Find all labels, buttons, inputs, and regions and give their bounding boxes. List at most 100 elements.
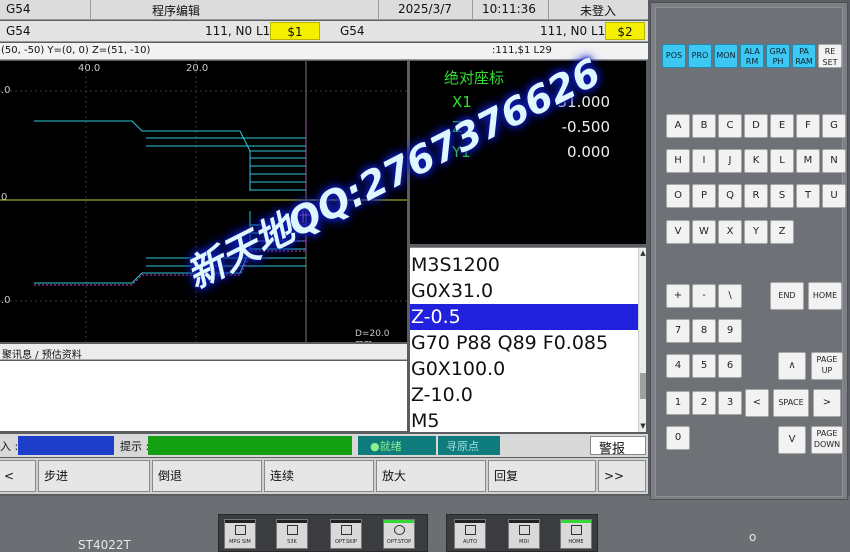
key-0[interactable]: 0 bbox=[666, 426, 690, 450]
key-g[interactable]: G bbox=[822, 114, 846, 138]
key-backslash[interactable]: \ bbox=[718, 284, 742, 308]
key-7[interactable]: 7 bbox=[666, 319, 690, 343]
key-u[interactable]: U bbox=[822, 184, 846, 208]
program-line-selected[interactable]: Z-0.5 bbox=[410, 304, 640, 330]
softkey-zoom[interactable]: 放大 bbox=[376, 460, 486, 492]
key-6[interactable]: 6 bbox=[718, 354, 742, 378]
key-i[interactable]: I bbox=[692, 149, 716, 173]
key-param[interactable]: PA RAM bbox=[792, 44, 816, 68]
key-graph[interactable]: GRA PH bbox=[766, 44, 790, 68]
softkey-prev[interactable]: < bbox=[0, 460, 36, 492]
key-b[interactable]: B bbox=[692, 114, 716, 138]
key-w[interactable]: W bbox=[692, 220, 716, 244]
key-end[interactable]: END bbox=[770, 282, 804, 310]
key-plus[interactable]: + bbox=[666, 284, 690, 308]
channel1-tag[interactable]: $1 bbox=[270, 22, 320, 40]
led-indicator bbox=[509, 520, 539, 523]
key-q[interactable]: Q bbox=[718, 184, 742, 208]
key-h[interactable]: H bbox=[666, 149, 690, 173]
program-line[interactable]: G0X31.0 bbox=[410, 278, 640, 304]
key-mon[interactable]: MON bbox=[714, 44, 738, 68]
key-z[interactable]: Z bbox=[770, 220, 794, 244]
led-indicator bbox=[277, 520, 307, 523]
input-field[interactable] bbox=[18, 436, 114, 455]
program-line[interactable]: M3S1200 bbox=[410, 252, 640, 278]
key-2[interactable]: 2 bbox=[692, 391, 716, 415]
key-9[interactable]: 9 bbox=[718, 319, 742, 343]
abs-coords-title: 绝对座标 bbox=[444, 69, 505, 87]
opt-skip-button[interactable]: OPT.SKIP bbox=[330, 519, 362, 549]
key-r[interactable]: R bbox=[744, 184, 768, 208]
button-label: HOME bbox=[568, 539, 584, 545]
s3k-button[interactable]: S3K bbox=[276, 519, 308, 549]
softkey-step[interactable]: 步进 bbox=[38, 460, 150, 492]
input-label: 入 : bbox=[0, 440, 19, 453]
key-x[interactable]: X bbox=[718, 220, 742, 244]
program-listing[interactable]: M3S1200 G0X31.0 Z-0.5 G70 P88 Q89 F0.085… bbox=[410, 247, 646, 432]
key-s[interactable]: S bbox=[770, 184, 794, 208]
button-label: MDI bbox=[519, 539, 529, 545]
key-f[interactable]: F bbox=[796, 114, 820, 138]
scrollbar-thumb[interactable] bbox=[640, 373, 646, 399]
key-1[interactable]: 1 bbox=[666, 391, 690, 415]
key-n[interactable]: N bbox=[822, 149, 846, 173]
auto-button[interactable]: AUTO bbox=[454, 519, 486, 549]
program-line[interactable]: G0X100.0 bbox=[410, 356, 640, 382]
opt-stop-button[interactable]: OPT.STOP bbox=[383, 519, 415, 549]
key-a[interactable]: A bbox=[666, 114, 690, 138]
scroll-down-icon[interactable]: ▼ bbox=[639, 422, 646, 430]
key-up-arrow[interactable]: ∧ bbox=[778, 352, 806, 380]
button-label: OPT.SKIP bbox=[335, 539, 357, 545]
key-3[interactable]: 3 bbox=[718, 391, 742, 415]
key-minus[interactable]: - bbox=[692, 284, 716, 308]
mpg-sim-button[interactable]: MPG SIM bbox=[224, 519, 256, 549]
program-scrollbar[interactable]: ▲ ▼ bbox=[638, 248, 646, 432]
tick-x-40: 40.0 bbox=[78, 63, 101, 74]
key-e[interactable]: E bbox=[770, 114, 794, 138]
key-v[interactable]: V bbox=[666, 220, 690, 244]
key-j[interactable]: J bbox=[718, 149, 742, 173]
home-mode-button[interactable]: HOME bbox=[560, 519, 592, 549]
key-left-arrow[interactable]: < bbox=[745, 389, 769, 417]
key-k[interactable]: K bbox=[744, 149, 768, 173]
key-home[interactable]: HOME bbox=[808, 282, 842, 310]
key-p[interactable]: P bbox=[692, 184, 716, 208]
key-alarm[interactable]: ALA RM bbox=[740, 44, 764, 68]
message-tab[interactable]: 聚讯息 / 预估资料 bbox=[0, 344, 407, 361]
key-space[interactable]: SPACE bbox=[773, 389, 809, 417]
softkey-reverse[interactable]: 倒退 bbox=[152, 460, 262, 492]
key-y[interactable]: Y bbox=[744, 220, 768, 244]
key-right-arrow[interactable]: > bbox=[813, 389, 841, 417]
key-d[interactable]: D bbox=[744, 114, 768, 138]
ready-text: ●就绪 bbox=[370, 440, 402, 453]
key-o[interactable]: O bbox=[666, 184, 690, 208]
scroll-up-icon[interactable]: ▲ bbox=[639, 249, 646, 257]
button-label: AUTO bbox=[462, 539, 478, 545]
s3k-icon bbox=[287, 525, 298, 535]
alarm-indicator[interactable]: 警报 bbox=[590, 436, 646, 457]
key-pro[interactable]: PRO bbox=[688, 44, 712, 68]
key-8[interactable]: 8 bbox=[692, 319, 716, 343]
mdi-button[interactable]: MDI bbox=[508, 519, 540, 549]
key-page-up[interactable]: PAGE UP bbox=[811, 352, 843, 380]
softkey-next[interactable]: >> bbox=[598, 460, 646, 492]
key-5[interactable]: 5 bbox=[692, 354, 716, 378]
machine-model: ST4022T bbox=[78, 538, 131, 552]
softkey-continuous[interactable]: 连续 bbox=[264, 460, 374, 492]
key-c[interactable]: C bbox=[718, 114, 742, 138]
key-m[interactable]: M bbox=[796, 149, 820, 173]
hint-label: 提示 : bbox=[120, 440, 150, 453]
key-reset[interactable]: RE SET bbox=[818, 44, 842, 68]
mdi-icon bbox=[519, 525, 530, 535]
led-indicator bbox=[455, 520, 485, 523]
program-line[interactable]: M5 bbox=[410, 408, 640, 432]
key-t[interactable]: T bbox=[796, 184, 820, 208]
key-page-down[interactable]: PAGE DOWN bbox=[811, 426, 843, 454]
key-down-arrow[interactable]: V bbox=[778, 426, 806, 454]
key-l[interactable]: L bbox=[770, 149, 794, 173]
led-indicator bbox=[384, 520, 414, 523]
program-line[interactable]: Z-10.0 bbox=[410, 382, 640, 408]
softkey-restore[interactable]: 回复 bbox=[488, 460, 596, 492]
key-4[interactable]: 4 bbox=[666, 354, 690, 378]
program-line[interactable]: G70 P88 Q89 F0.085 bbox=[410, 330, 640, 356]
